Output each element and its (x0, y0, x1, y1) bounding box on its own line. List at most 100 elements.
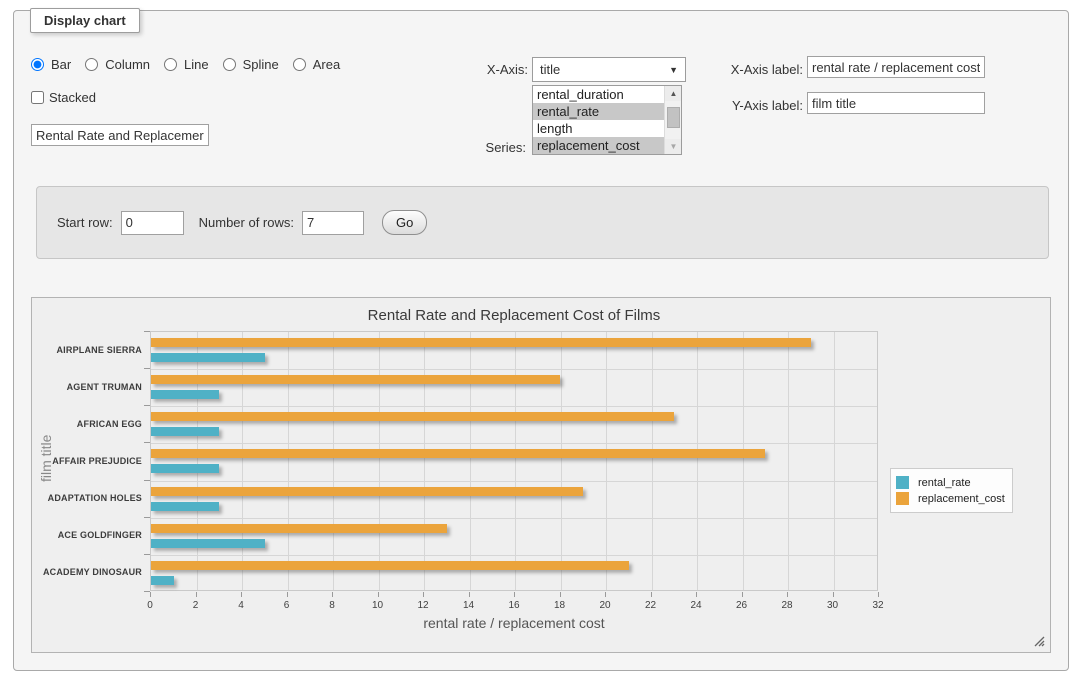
y-tick-mark (144, 331, 150, 332)
series-option-rental_rate[interactable]: rental_rate (533, 103, 664, 120)
stacked-row: Stacked (31, 90, 96, 105)
series-option-rental_duration[interactable]: rental_duration (533, 86, 664, 103)
x-tick-mark (878, 592, 879, 597)
resize-handle-icon[interactable] (1034, 636, 1045, 647)
x-tick-label: 2 (193, 600, 199, 611)
category-label: ACE GOLDFINGER (32, 530, 142, 540)
gridline (151, 406, 877, 407)
x-tick-label: 20 (599, 600, 610, 611)
gridline (333, 332, 334, 590)
chart-title-input[interactable] (31, 124, 209, 146)
gridline (515, 332, 516, 590)
stacked-label: Stacked (49, 90, 96, 105)
legend-swatch-icon (896, 476, 909, 489)
x-tick-mark (696, 592, 697, 597)
chart-type-radio-bar[interactable] (31, 58, 44, 71)
y-axis-title: film title (38, 398, 56, 518)
gridline (788, 332, 789, 590)
y-tick-mark (144, 517, 150, 518)
bar-rental_rate (151, 427, 219, 436)
chart-type-radio-group: BarColumnLineSplineArea (31, 57, 349, 72)
gridline (242, 332, 243, 590)
gridline (197, 332, 198, 590)
gridline (834, 332, 835, 590)
legend-row: replacement_cost (896, 492, 1005, 505)
bar-replacement_cost (151, 375, 560, 384)
x-tick-mark (651, 592, 652, 597)
plot-area (150, 331, 878, 591)
bar-replacement_cost (151, 449, 765, 458)
start-row-input[interactable] (121, 211, 184, 235)
legend-row: rental_rate (896, 476, 1005, 489)
bar-replacement_cost (151, 338, 811, 347)
y-tick-mark (144, 405, 150, 406)
chart-container: Rental Rate and Replacement Cost of Film… (31, 297, 1051, 653)
gridline (151, 443, 877, 444)
y-axis-label-label: Y-Axis label: (662, 98, 803, 113)
x-tick-label: 18 (554, 600, 565, 611)
chart-type-radio-line[interactable] (164, 58, 177, 71)
x-tick-label: 32 (872, 600, 883, 611)
legend-label: replacement_cost (918, 493, 1005, 505)
x-tick-mark (514, 592, 515, 597)
x-tick-mark (241, 592, 242, 597)
gridline (470, 332, 471, 590)
gridline (652, 332, 653, 590)
gridline (288, 332, 289, 590)
y-axis-label-input[interactable] (807, 92, 985, 114)
series-listbox[interactable]: rental_durationrental_ratelengthreplacem… (532, 85, 682, 155)
chart-title: Rental Rate and Replacement Cost of Film… (32, 307, 996, 324)
gridline (424, 332, 425, 590)
x-tick-mark (605, 592, 606, 597)
x-tick-label: 22 (645, 600, 656, 611)
scrollbar-down-icon[interactable]: ▼ (665, 139, 682, 154)
series-option-length[interactable]: length (533, 120, 664, 137)
gridline (743, 332, 744, 590)
series-option-replacement_cost[interactable]: replacement_cost (533, 137, 664, 154)
x-tick-label: 0 (147, 600, 153, 611)
legend-swatch-icon (896, 492, 909, 505)
stacked-checkbox[interactable] (31, 91, 44, 104)
fieldset-legend: Display chart (30, 8, 140, 33)
chart-type-radio-area[interactable] (293, 58, 306, 71)
category-label: AIRPLANE SIERRA (32, 345, 142, 355)
bar-replacement_cost (151, 561, 629, 570)
x-tick-mark (833, 592, 834, 597)
gridline (561, 332, 562, 590)
x-tick-label: 6 (284, 600, 290, 611)
x-tick-label: 8 (329, 600, 335, 611)
x-axis-label-label: X-Axis label: (662, 62, 803, 77)
x-tick-mark (469, 592, 470, 597)
number-of-rows-label: Number of rows: (199, 215, 294, 230)
y-tick-mark (144, 442, 150, 443)
chart-type-radio-column[interactable] (85, 58, 98, 71)
go-button[interactable]: Go (382, 210, 427, 235)
x-axis-title: rental rate / replacement cost (150, 615, 878, 631)
chart-type-radio-spline[interactable] (223, 58, 236, 71)
series-scrollbar[interactable]: ▲ ▼ (664, 86, 681, 154)
y-tick-mark (144, 368, 150, 369)
bar-replacement_cost (151, 524, 447, 533)
bar-rental_rate (151, 353, 265, 362)
gridline (151, 518, 877, 519)
x-tick-label: 10 (372, 600, 383, 611)
x-tick-label: 12 (417, 600, 428, 611)
x-axis-selected-value: title (540, 62, 560, 77)
number-of-rows-input[interactable] (302, 211, 364, 235)
x-tick-label: 4 (238, 600, 244, 611)
x-tick-mark (150, 592, 151, 597)
gridline (697, 332, 698, 590)
x-axis-label-input[interactable] (807, 56, 985, 78)
gridline (151, 555, 877, 556)
x-tick-mark (423, 592, 424, 597)
chart-legend: rental_rate replacement_cost (890, 468, 1013, 513)
chart-type-radio-label: Line (184, 57, 209, 72)
gridline (379, 332, 380, 590)
bar-replacement_cost (151, 412, 674, 421)
page: Display chart BarColumnLineSplineArea St… (0, 0, 1081, 681)
bar-rental_rate (151, 576, 174, 585)
y-tick-mark (144, 591, 150, 592)
bar-rental_rate (151, 502, 219, 511)
x-tick-mark (560, 592, 561, 597)
series-options: rental_durationrental_ratelengthreplacem… (533, 86, 664, 154)
